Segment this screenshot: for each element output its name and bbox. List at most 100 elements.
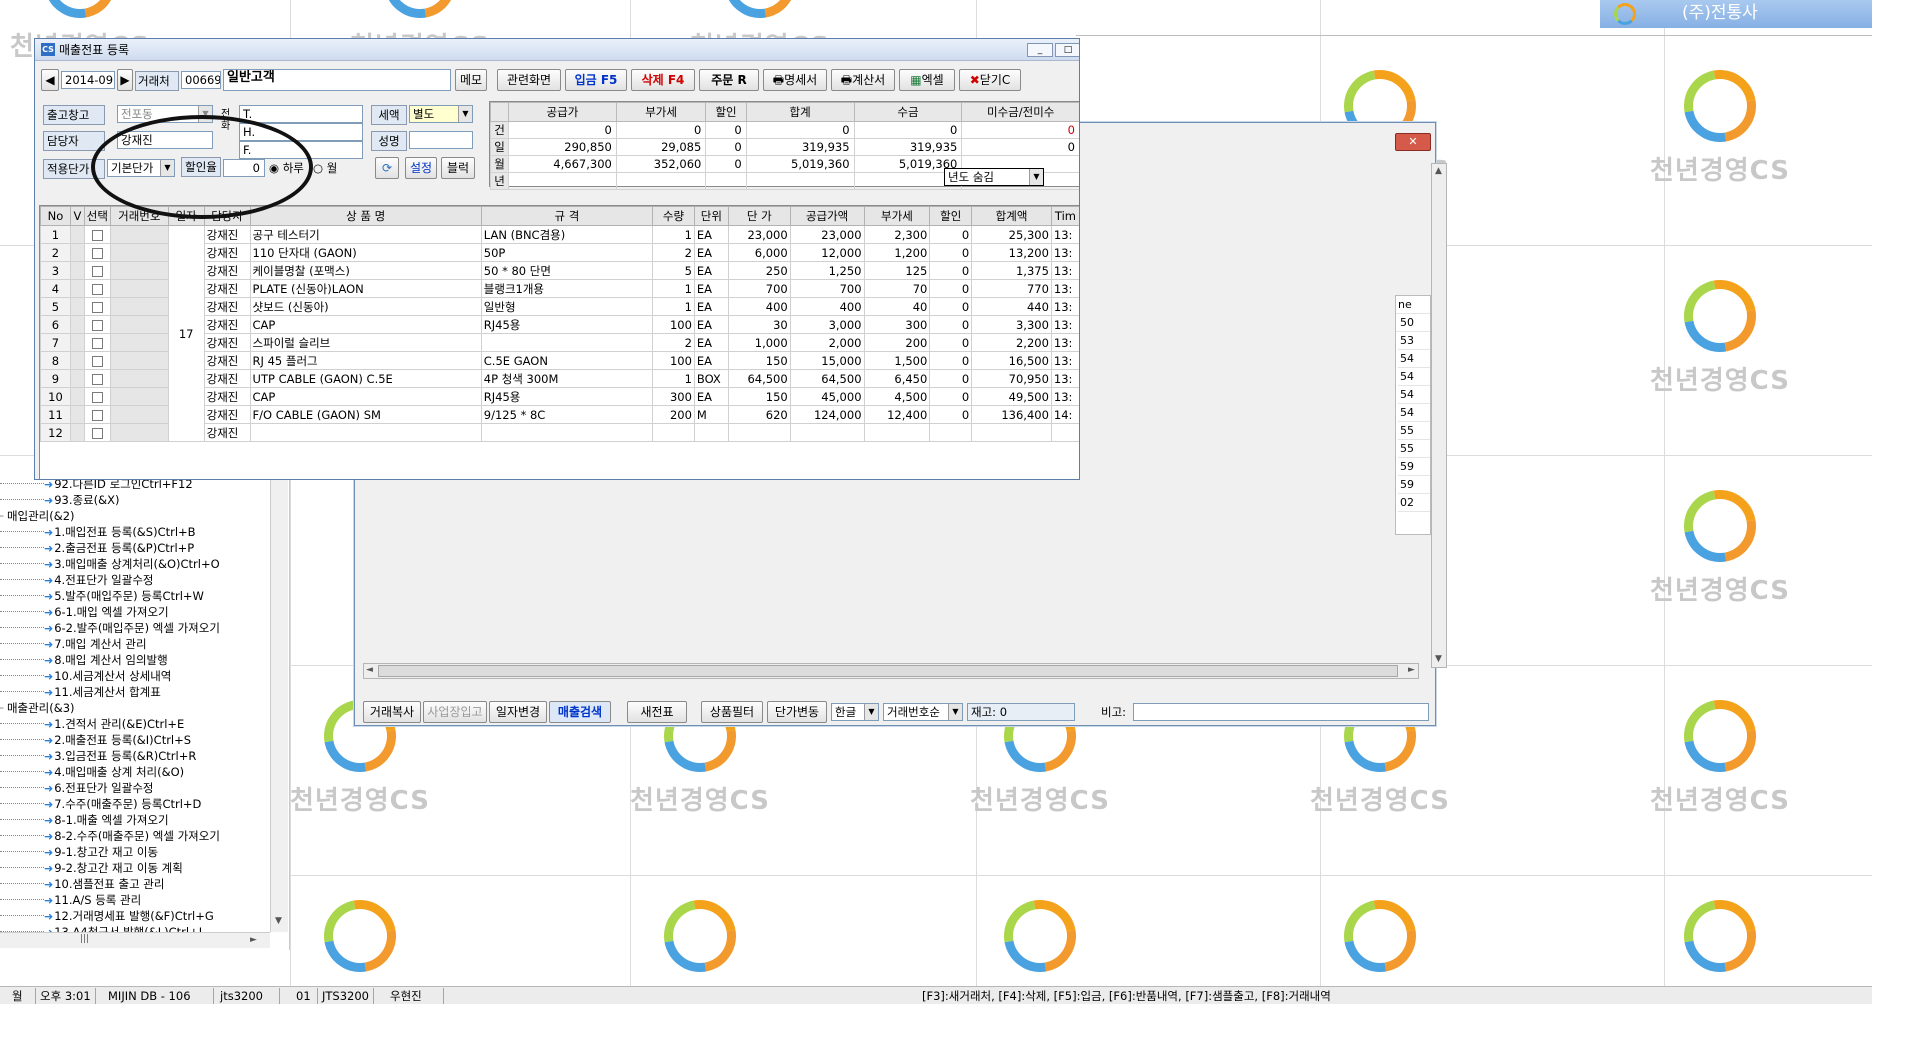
spec-cell[interactable]: LAN (BNC겸용): [480, 225, 654, 244]
menu-item[interactable]: ➜7.매입 계산서 관리: [0, 636, 147, 652]
row-checkbox[interactable]: [91, 319, 103, 331]
radio-month[interactable]: ○ 월: [313, 159, 337, 177]
product-name-cell[interactable]: 공구 테스터기: [249, 225, 482, 244]
grid-column-header[interactable]: 단 가: [727, 206, 791, 226]
quantity-cell[interactable]: 100: [652, 315, 695, 334]
select-cell[interactable]: [83, 351, 111, 370]
deposit-button[interactable]: 입금 F5: [565, 69, 627, 91]
quantity-cell[interactable]: 2: [652, 333, 695, 352]
block-button[interactable]: 블럭: [441, 157, 475, 179]
menu-group[interactable]: ╴매입관리(&2): [0, 508, 75, 524]
unit-price-cell[interactable]: 700: [727, 279, 791, 298]
select-cell[interactable]: [83, 333, 111, 352]
row-checkbox[interactable]: [91, 373, 103, 385]
menu-item[interactable]: ➜8-1.매출 엑셀 가져오기: [0, 812, 169, 828]
spec-cell[interactable]: C.5E GAON: [480, 351, 654, 370]
grid-column-header[interactable]: 수량: [652, 206, 695, 226]
menu-item[interactable]: ➜10.세금계산서 상세내역: [0, 668, 171, 684]
unit-price-cell[interactable]: 620: [727, 405, 791, 424]
select-cell[interactable]: [83, 243, 111, 262]
warehouse-select[interactable]: 전포동 ▼: [117, 105, 213, 123]
memo-button[interactable]: 메모: [455, 69, 487, 91]
table-row[interactable]: 1 17 강재진 공구 테스터기 LAN (BNC겸용) 1 EA 23,000 23,000 2…: [40, 225, 1079, 442]
spec-cell[interactable]: [480, 333, 654, 352]
select-cell[interactable]: [83, 387, 111, 406]
row-checkbox[interactable]: [91, 265, 103, 277]
grid-column-header[interactable]: 부가세: [863, 206, 931, 226]
row-checkbox[interactable]: [91, 337, 103, 349]
select-cell[interactable]: [83, 315, 111, 334]
phone-t-field[interactable]: T.: [239, 105, 363, 123]
language-select[interactable]: 한글 ▼: [831, 703, 879, 721]
grid-column-header[interactable]: 할인: [929, 206, 973, 226]
grid-column-header[interactable]: 담당자: [203, 206, 251, 226]
quantity-cell[interactable]: 300: [652, 387, 695, 406]
scroll-down-arrow-icon[interactable]: ▼: [275, 916, 282, 926]
spec-cell[interactable]: 블랭크1개용: [480, 279, 654, 298]
unit-price-cell[interactable]: 1,000: [727, 333, 791, 352]
select-cell[interactable]: [83, 279, 111, 298]
quantity-cell[interactable]: 2: [652, 243, 695, 262]
invoice-button[interactable]: 🖶계산서: [831, 69, 895, 91]
sales-search-button[interactable]: 매출검색: [549, 701, 611, 723]
grid-column-header[interactable]: 규 격: [480, 206, 654, 226]
grid-column-header[interactable]: No: [40, 206, 71, 226]
product-name-cell[interactable]: 샷보드 (신동아): [249, 297, 482, 316]
statement-button[interactable]: 🖶명세서: [763, 69, 827, 91]
manager-field[interactable]: 강재진: [117, 131, 213, 149]
refresh-icon-button[interactable]: ⟳: [375, 157, 399, 179]
menu-item[interactable]: ➜3.입금전표 등록(&R)Ctrl+R: [0, 748, 196, 764]
customer-code-field[interactable]: 00669: [181, 71, 221, 89]
radio-day[interactable]: ◉ 하루: [269, 159, 304, 177]
menu-item[interactable]: ➜11.A/S 등록 관리: [0, 892, 141, 908]
menu-item[interactable]: ➜2.출금전표 등록(&P)Ctrl+P: [0, 540, 194, 556]
prev-date-button[interactable]: ◀: [41, 69, 59, 91]
quantity-cell[interactable]: 1: [652, 225, 695, 244]
grid-column-header[interactable]: V: [69, 206, 85, 226]
minimize-button[interactable]: _: [1027, 43, 1053, 57]
spec-cell[interactable]: 50 * 80 단면: [480, 261, 654, 280]
menu-item[interactable]: ➜1.매입전표 등록(&S)Ctrl+B: [0, 524, 196, 540]
select-cell[interactable]: [83, 225, 111, 244]
related-screen-button[interactable]: 관련화면: [497, 69, 561, 91]
tree-horizontal-scrollbar[interactable]: ► |||: [0, 932, 270, 948]
next-date-button[interactable]: ▶: [117, 69, 133, 91]
row-checkbox[interactable]: [91, 355, 103, 367]
row-checkbox[interactable]: [91, 391, 103, 403]
grid-column-header[interactable]: Tim: [1050, 206, 1079, 226]
back-window-close-button[interactable]: ✕: [1395, 133, 1431, 151]
menu-group[interactable]: ╴매출관리(&3): [0, 700, 75, 716]
grid-column-header[interactable]: 선택: [83, 206, 111, 226]
menu-item[interactable]: ➜10.샘플전표 출고 관리: [0, 876, 164, 892]
grid-column-header[interactable]: 공급가액: [789, 206, 865, 226]
select-cell[interactable]: [83, 369, 111, 388]
excel-button[interactable]: ▦엑셀: [899, 69, 955, 91]
menu-item[interactable]: ➜8.매입 계산서 임의발행: [0, 652, 168, 668]
new-slip-button[interactable]: 새전표: [627, 701, 687, 723]
customer-name-field[interactable]: 일반고객: [223, 69, 451, 91]
row-checkbox[interactable]: [91, 409, 103, 421]
close-button[interactable]: ✖닫기C: [959, 69, 1021, 91]
quantity-cell[interactable]: 100: [652, 351, 695, 370]
copy-transaction-button[interactable]: 거래복사: [363, 701, 421, 723]
menu-item[interactable]: ➜93.종료(&X): [0, 492, 120, 508]
change-date-button[interactable]: 일자변경: [489, 701, 547, 723]
spec-cell[interactable]: [480, 423, 654, 442]
product-name-cell[interactable]: F/O CABLE (GAON) SM: [249, 405, 482, 424]
product-name-cell[interactable]: CAP: [249, 387, 482, 406]
product-name-cell[interactable]: [249, 423, 482, 442]
menu-item[interactable]: ➜6-2.발주(매입주문) 엑셀 가져오기: [0, 620, 220, 636]
phone-h-field[interactable]: H.: [239, 123, 363, 141]
quantity-cell[interactable]: 1: [652, 297, 695, 316]
date-field[interactable]: 2014-09: [61, 71, 115, 89]
product-name-cell[interactable]: CAP: [249, 315, 482, 334]
product-name-cell[interactable]: UTP CABLE (GAON) C.5E: [249, 369, 482, 388]
menu-item[interactable]: ➜7.수주(매출주문) 등록Ctrl+D: [0, 796, 201, 812]
grid-column-header[interactable]: 단위: [693, 206, 729, 226]
scroll-up-arrow-icon[interactable]: ▲: [1435, 166, 1442, 176]
scroll-left-arrow-icon[interactable]: ◄: [366, 665, 373, 675]
quantity-cell[interactable]: 1: [652, 279, 695, 298]
phone-f-field[interactable]: F.: [239, 141, 363, 159]
menu-item[interactable]: ➜9-1.창고간 재고 이동: [0, 844, 158, 860]
name-field[interactable]: [409, 131, 473, 149]
